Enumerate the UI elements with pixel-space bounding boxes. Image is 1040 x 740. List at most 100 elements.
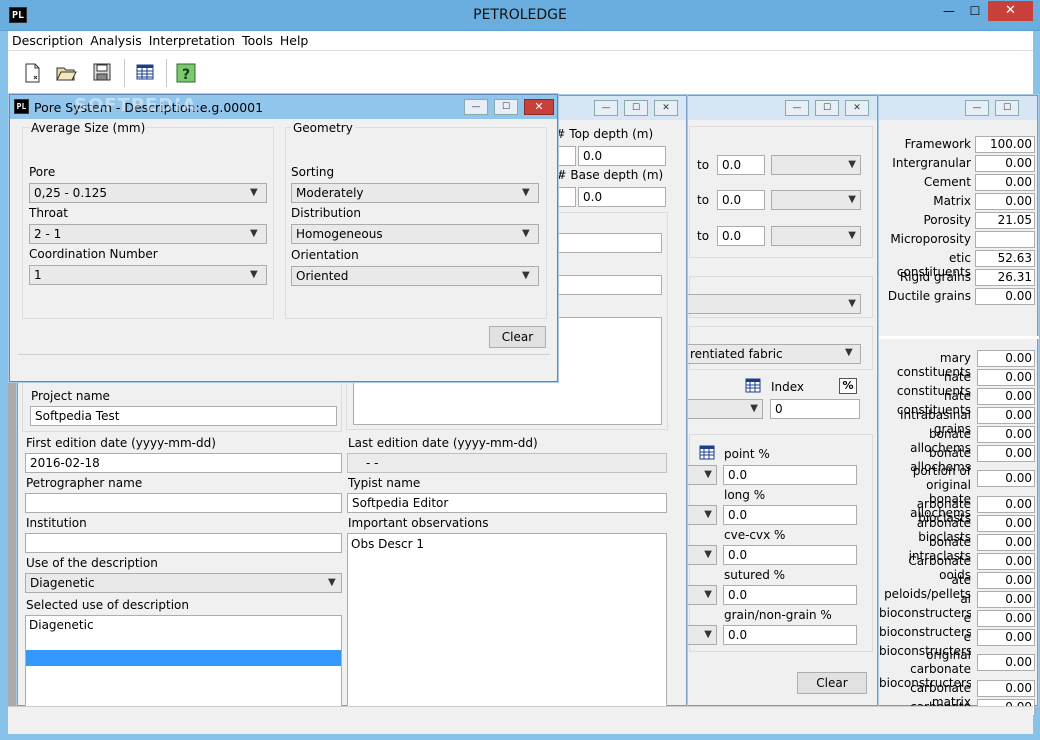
row-value[interactable]: 0.00 [977, 515, 1035, 532]
row-value[interactable]: 0.00 [977, 629, 1035, 646]
minimize-button[interactable]: — [936, 1, 962, 21]
minimize-icon[interactable]: — [965, 100, 989, 116]
info-input-2[interactable] [554, 275, 662, 295]
clear-button[interactable]: Clear [489, 326, 546, 348]
menu-interpretation[interactable]: Interpretation [145, 31, 238, 48]
pore-select[interactable]: 0,25 - 0.125 [29, 183, 267, 203]
use-select[interactable]: Diagenetic [25, 573, 342, 593]
table-icon[interactable] [699, 445, 715, 461]
close-icon[interactable]: ✕ [654, 100, 678, 116]
toolbar-separator [166, 59, 167, 87]
point-select[interactable]: ▼ [685, 465, 717, 485]
percent-icon[interactable]: % [839, 378, 857, 394]
base-depth-input[interactable]: 0.0 [578, 187, 666, 207]
institution-input[interactable] [25, 533, 342, 553]
clear-button[interactable]: Clear [797, 672, 867, 694]
row-value[interactable]: 0.00 [977, 534, 1035, 551]
help-icon[interactable]: ? [174, 61, 198, 85]
row-value[interactable]: 0.00 [977, 470, 1035, 487]
point-input[interactable]: 0.0 [723, 465, 857, 485]
sutured-select[interactable]: ▼ [685, 585, 717, 605]
range-input-3[interactable]: 0.0 [717, 226, 765, 246]
row-value[interactable]: 0.00 [977, 572, 1035, 589]
cvx-input[interactable]: 0.0 [723, 545, 857, 565]
index-select[interactable]: ▼ [685, 399, 763, 419]
top-depth-input[interactable]: 0.0 [578, 146, 666, 166]
row-value[interactable]: 0.00 [977, 369, 1035, 386]
row-value[interactable] [975, 231, 1035, 248]
row-value[interactable]: 100.00 [975, 136, 1035, 153]
row-value[interactable]: 0.00 [975, 193, 1035, 210]
table-icon[interactable] [133, 61, 157, 85]
minimize-icon[interactable]: — [785, 100, 809, 116]
row-value[interactable]: 0.00 [975, 155, 1035, 172]
typist-input[interactable]: Softpedia Editor [347, 493, 667, 513]
sutured-input[interactable]: 0.0 [723, 585, 857, 605]
row-value[interactable]: 0.00 [977, 496, 1035, 513]
row-value[interactable]: 0.00 [977, 591, 1035, 608]
range-select-1[interactable]: ▼ [771, 155, 861, 175]
long-input[interactable]: 0.0 [723, 505, 857, 525]
maximize-icon[interactable]: ☐ [624, 100, 648, 116]
list-item-selected[interactable] [26, 650, 341, 666]
menu-tools[interactable]: Tools [238, 31, 276, 48]
open-folder-icon[interactable] [54, 61, 78, 85]
row-value[interactable]: 0.00 [977, 445, 1035, 462]
menu-description[interactable]: Description [8, 31, 86, 48]
row-value[interactable]: 0.00 [975, 174, 1035, 191]
maximize-icon[interactable]: ☐ [995, 100, 1019, 116]
maximize-icon[interactable]: ☐ [815, 100, 839, 116]
range-input-1[interactable]: 0.0 [717, 155, 765, 175]
close-icon[interactable]: ✕ [845, 100, 869, 116]
row-value[interactable]: 0.00 [977, 350, 1035, 367]
sorting-select[interactable]: Moderately [291, 183, 539, 203]
row-value[interactable]: 0.00 [977, 610, 1035, 627]
orientation-select[interactable]: Oriented [291, 266, 539, 286]
row-value[interactable]: 26.31 [975, 269, 1035, 286]
range-input-2[interactable]: 0.0 [717, 190, 765, 210]
maximize-icon[interactable]: ☐ [494, 99, 518, 115]
info-input-1[interactable] [554, 233, 662, 253]
fabric-select-1[interactable]: ▼ [685, 294, 861, 314]
row-value[interactable]: 0.00 [975, 288, 1035, 305]
save-icon[interactable] [90, 61, 114, 85]
long-select[interactable]: ▼ [685, 505, 717, 525]
range-select-3[interactable]: ▼ [771, 226, 861, 246]
average-size-group [22, 127, 274, 319]
list-item[interactable]: Diagenetic [29, 618, 94, 632]
menu-help[interactable]: Help [276, 31, 312, 48]
row-value[interactable]: 0.00 [977, 388, 1035, 405]
row-value[interactable]: 0.00 [977, 407, 1035, 424]
sample-input-1[interactable] [558, 146, 576, 166]
table-row: original carbonate bioconstructers 0.00 [879, 648, 1035, 690]
close-button[interactable]: ✕ [988, 1, 1033, 21]
project-name-input[interactable]: Softpedia Test [30, 406, 337, 426]
range-select-2[interactable]: ▼ [771, 190, 861, 210]
minimize-icon[interactable]: — [594, 100, 618, 116]
petrographer-input[interactable] [25, 493, 342, 513]
coordination-select[interactable]: 1 [29, 265, 267, 285]
fabric-select-2[interactable]: rentiated fabric [685, 344, 861, 364]
grain-select[interactable]: ▼ [685, 625, 717, 645]
cvx-select[interactable]: ▼ [685, 545, 717, 565]
minimize-icon[interactable]: — [464, 99, 488, 115]
distribution-select[interactable]: Homogeneous [291, 224, 539, 244]
row-value[interactable]: 0.00 [977, 654, 1035, 671]
maximize-button[interactable]: ☐ [962, 1, 988, 21]
index-input[interactable]: 0 [770, 399, 860, 419]
sample-input-2[interactable] [558, 187, 576, 207]
observations-textarea[interactable]: Obs Descr 1 [347, 533, 667, 707]
throat-select[interactable]: 2 - 1 [29, 224, 267, 244]
first-edition-input[interactable]: 2016-02-18 [25, 453, 342, 473]
new-document-icon[interactable] [20, 61, 44, 85]
row-value[interactable]: 0.00 [977, 553, 1035, 570]
close-icon[interactable]: ✕ [524, 99, 554, 115]
row-value[interactable]: 52.63 [975, 250, 1035, 267]
table-icon[interactable] [745, 378, 761, 394]
menu-analysis[interactable]: Analysis [86, 31, 145, 48]
grain-input[interactable]: 0.0 [723, 625, 857, 645]
row-value[interactable]: 0.00 [977, 426, 1035, 443]
row-value[interactable]: 0.00 [977, 680, 1035, 697]
use-label: Use of the description [26, 556, 158, 570]
row-value[interactable]: 21.05 [975, 212, 1035, 229]
